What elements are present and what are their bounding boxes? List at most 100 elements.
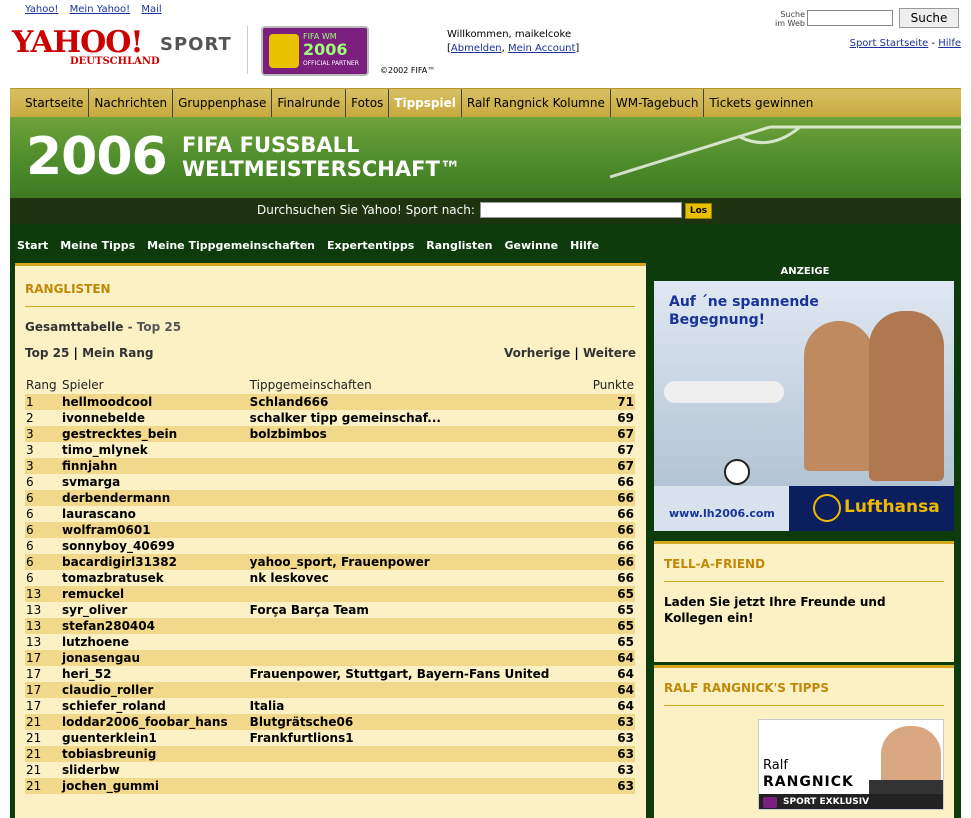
groups-cell[interactable]: Italia xyxy=(249,698,587,714)
welcome-text: Willkommen, maikelcoke xyxy=(447,29,572,40)
groups-cell[interactable] xyxy=(249,474,587,490)
game-nav-hilfe[interactable]: Hilfe xyxy=(570,239,599,252)
groups-cell[interactable] xyxy=(249,442,587,458)
groups-cell[interactable] xyxy=(249,762,587,778)
player-cell[interactable]: timo_mlynek xyxy=(61,442,249,458)
groups-cell[interactable] xyxy=(248,586,587,602)
points-cell: 65 xyxy=(586,618,635,634)
player-cell[interactable]: laurascano xyxy=(61,506,249,522)
nav-wm-tagebuch[interactable]: WM-Tagebuch xyxy=(611,89,705,118)
nav-rangnick-kolumne[interactable]: Ralf Rangnick Kolumne xyxy=(462,89,611,118)
table-row: 21 sliderbw 63 xyxy=(25,762,635,778)
game-nav-ranglisten[interactable]: Ranglisten xyxy=(426,239,492,252)
player-cell[interactable]: wolfram0601 xyxy=(61,522,249,538)
table-row: 13 syr_oliver Força Barça Team 65 xyxy=(25,602,635,618)
sport-search-input[interactable] xyxy=(480,202,682,218)
player-cell[interactable]: remuckel xyxy=(61,586,249,602)
player-cell[interactable]: jochen_gummi xyxy=(61,778,249,794)
groups-cell[interactable] xyxy=(249,538,587,554)
nav-startseite[interactable]: Startseite xyxy=(10,89,90,118)
player-cell[interactable]: guenterklein1 xyxy=(61,730,249,746)
points-cell: 66 xyxy=(586,490,635,506)
web-search-input[interactable] xyxy=(807,10,893,26)
tell-a-friend-link[interactable]: Laden Sie jetzt Ihre Freunde und Kollege… xyxy=(664,594,944,626)
yahoo-sport-logo[interactable]: YAHOO! DEUTSCHLAND SPORT xyxy=(12,28,242,78)
groups-cell[interactable]: Frankfurtlions1 xyxy=(249,730,587,746)
player-cell[interactable]: schiefer_roland xyxy=(61,698,249,714)
logout-link[interactable]: Abmelden xyxy=(451,43,502,54)
groups-cell[interactable]: Força Barça Team xyxy=(249,602,587,618)
groups-cell[interactable] xyxy=(248,458,587,474)
nav-gruppenphase[interactable]: Gruppenphase xyxy=(173,89,273,118)
groups-cell[interactable] xyxy=(248,778,587,794)
wm-banner: 2006 FIFA FUSSBALL WELTMEISTERSCHAFT™ xyxy=(10,117,961,198)
fifa-partner-badge[interactable]: FIFA WM 2006 OFFICIAL PARTNER xyxy=(261,26,369,76)
groups-cell[interactable]: nk leskovec xyxy=(249,570,587,586)
player-cell[interactable]: sonnyboy_40699 xyxy=(61,538,249,554)
player-cell[interactable]: finnjahn xyxy=(61,458,249,474)
table-row: 21 loddar2006_foobar_hans Blutgrätsche06 63 xyxy=(25,714,635,730)
sport-search-button[interactable]: Los xyxy=(685,203,712,219)
player-cell[interactable]: claudio_roller xyxy=(61,682,249,698)
groups-cell[interactable]: schalker tipp gemeinschaf... xyxy=(249,410,587,426)
player-cell[interactable]: tomazbratusek xyxy=(61,570,249,586)
table-row: 3 gestrecktes_bein bolzbimbos 67 xyxy=(25,426,635,442)
game-nav-gewinne[interactable]: Gewinne xyxy=(505,239,559,252)
rangnick-promo[interactable]: Ralf RANGNICK SPORT EXKLUSIV xyxy=(758,719,944,810)
help-link[interactable]: Hilfe xyxy=(938,38,961,49)
link-mail[interactable]: Mail xyxy=(141,4,161,15)
player-cell[interactable]: jonasengau xyxy=(61,650,249,666)
groups-cell[interactable]: Frauenpower, Stuttgart, Bayern-Fans Unit… xyxy=(249,666,587,682)
nav-finalrunde[interactable]: Finalrunde xyxy=(272,89,347,118)
nav-tickets[interactable]: Tickets gewinnen xyxy=(704,89,818,118)
game-nav-tippgemeinschaften[interactable]: Meine Tippgemeinschaften xyxy=(147,239,315,252)
link-yahoo[interactable]: Yahoo! xyxy=(25,4,58,15)
logo-section: SPORT xyxy=(160,34,232,55)
game-nav-start[interactable]: Start xyxy=(17,239,48,252)
table-row: 6 sonnyboy_40699 66 xyxy=(25,538,635,554)
player-cell[interactable]: ivonnebelde xyxy=(61,410,249,426)
link-mein-yahoo[interactable]: Mein Yahoo! xyxy=(70,4,131,15)
tab-top25[interactable]: Top 25 xyxy=(25,346,69,360)
nav-nachrichten[interactable]: Nachrichten xyxy=(89,89,174,118)
groups-cell[interactable] xyxy=(248,682,587,698)
game-nav-expertentipps[interactable]: Expertentipps xyxy=(327,239,414,252)
player-cell[interactable]: lutzhoene xyxy=(61,634,249,650)
player-cell[interactable]: hellmoodcool xyxy=(61,394,249,410)
player-cell[interactable]: syr_oliver xyxy=(61,602,249,618)
sport-startseite-link[interactable]: Sport Startseite xyxy=(850,38,929,49)
groups-cell[interactable] xyxy=(249,634,587,650)
player-cell[interactable]: stefan280404 xyxy=(61,618,249,634)
player-cell[interactable]: bacardigirl31382 xyxy=(61,554,249,570)
airplane-graphic xyxy=(664,381,784,403)
player-cell[interactable]: svmarga xyxy=(61,474,249,490)
account-link[interactable]: Mein Account xyxy=(508,43,575,54)
groups-cell[interactable] xyxy=(248,522,587,538)
groups-cell[interactable] xyxy=(248,618,587,634)
groups-cell[interactable]: yahoo_sport, Frauenpower xyxy=(248,554,587,570)
groups-cell[interactable]: Schland666 xyxy=(248,394,587,410)
player-cell[interactable]: gestrecktes_bein xyxy=(61,426,249,442)
pager-prev[interactable]: Vorherige xyxy=(504,346,570,360)
nav-tippspiel[interactable]: Tippspiel xyxy=(389,89,462,118)
game-nav-meine-tipps[interactable]: Meine Tipps xyxy=(60,239,135,252)
groups-cell[interactable]: bolzbimbos xyxy=(248,426,587,442)
lufthansa-ad[interactable]: Auf ´ne spannende Begegnung! www.lh2006.… xyxy=(654,281,954,531)
points-cell: 63 xyxy=(586,714,635,730)
web-search-button[interactable]: Suche xyxy=(899,8,959,28)
player-cell[interactable]: loddar2006_foobar_hans xyxy=(61,714,249,730)
player-cell[interactable]: derbendermann xyxy=(61,490,249,506)
pager-next[interactable]: Weitere xyxy=(583,346,636,360)
player-cell[interactable]: heri_52 xyxy=(61,666,249,682)
groups-cell[interactable]: Blutgrätsche06 xyxy=(248,714,587,730)
groups-cell[interactable] xyxy=(248,746,587,762)
groups-cell[interactable] xyxy=(249,506,587,522)
player-cell[interactable]: tobiasbreunig xyxy=(61,746,249,762)
rank-cell: 6 xyxy=(26,507,34,521)
tab-mein-rang[interactable]: Mein Rang xyxy=(82,346,153,360)
groups-cell[interactable] xyxy=(248,490,587,506)
nav-fotos[interactable]: Fotos xyxy=(346,89,390,118)
points-cell: 67 xyxy=(586,426,635,442)
player-cell[interactable]: sliderbw xyxy=(61,762,249,778)
groups-cell[interactable] xyxy=(248,650,587,666)
